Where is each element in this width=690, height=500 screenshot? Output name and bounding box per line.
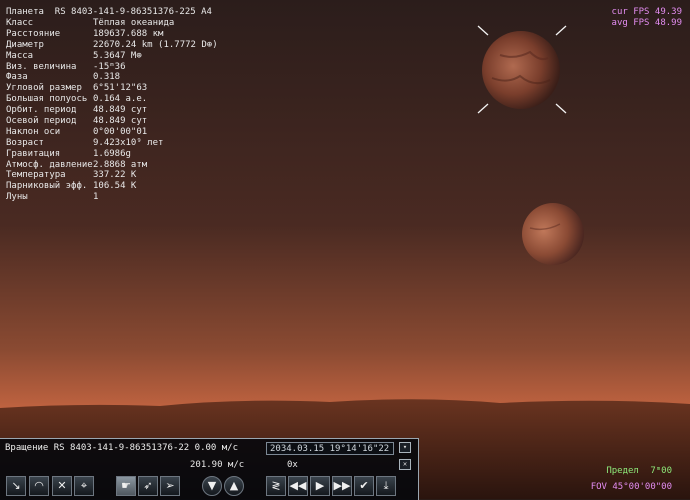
info-row-label: Возраст [6, 137, 44, 148]
field-of-view: FOV 45°00'00"00 [591, 482, 672, 493]
info-row-label: Виз. величина [6, 61, 77, 72]
info-row-value: Тёплая океанида [93, 18, 175, 28]
moon[interactable] [522, 203, 584, 265]
time-rate-readout: 0x [287, 460, 298, 470]
info-row: Большая полуось 0.164 а.е. [6, 94, 212, 105]
info-row-label: Температура [6, 170, 66, 181]
info-row: Гравитация 1.6986g [6, 149, 212, 160]
orbit-icon[interactable]: ◠ [29, 476, 49, 496]
info-row: Масса 5.3647 M⊕ [6, 51, 212, 62]
info-row-value: -15ᵐ36 [93, 61, 126, 72]
info-row-value: 2.8868 атм [93, 159, 148, 170]
fps-readout: cur FPS 49.39 avg FPS 48.99 [612, 7, 682, 29]
info-row: Расстояние 189637.688 км [6, 29, 212, 40]
info-row-value: 189637.688 км [93, 28, 164, 39]
expand-icon[interactable]: ✕ [52, 476, 72, 496]
chevron-down-icon[interactable]: ▾ [399, 442, 411, 453]
info-row-label: Наклон оси [6, 126, 61, 137]
date-time-field[interactable]: 2034.03.15 19°14'16"22 [266, 442, 394, 455]
fly-icon[interactable]: ➢ [160, 476, 180, 496]
limit-value: 7ᵐ00 [650, 466, 672, 476]
limit-label: Предел [606, 466, 639, 476]
cur-fps-label: cur FPS [611, 7, 650, 17]
close-icon[interactable]: ✕ [399, 459, 411, 470]
info-row: Угловой размер 6°51'12"63 [6, 83, 212, 94]
fov-value: 45°00'00"00 [612, 482, 672, 492]
avg-fps-label: avg FPS [611, 18, 650, 28]
info-row-value: 1 [93, 192, 99, 203]
info-row: Класс Тёплая океанида [6, 18, 212, 29]
info-row: Виз. величина -15ᵐ36 [6, 62, 212, 73]
info-row: Осевой период 48.849 сут [6, 116, 212, 127]
info-title: Планета RS 8403-141-9-86351376-225 A4 [6, 7, 212, 17]
info-row-label: Расстояние [6, 28, 61, 39]
play-icon[interactable]: ▶ [310, 476, 330, 496]
info-row-value: 6°51'12"63 [93, 83, 148, 94]
target-icon[interactable]: ⌖ [74, 476, 94, 496]
info-row: Луны 1 [6, 192, 212, 203]
magnitude-limit: Предел 7ᵐ00 [606, 466, 672, 477]
hand-pointer-icon[interactable]: ☛ [116, 476, 136, 496]
fov-label: FOV [590, 482, 607, 492]
info-row-label: Большая полуось [6, 94, 88, 105]
avg-fps-value: 48.99 [654, 18, 682, 28]
info-row: Фаза 0.318 [6, 72, 212, 83]
object-info-panel: Планета RS 8403-141-9-86351376-225 A4 Кл… [6, 6, 218, 203]
info-row: Диаметр 22670.24 km (1.7772 D⊕) [6, 39, 218, 51]
reverse-time-icon[interactable]: ≷ [266, 476, 286, 496]
info-row-label: Парниковый эфф. [6, 181, 88, 192]
move-icon[interactable]: ↘ [6, 476, 26, 496]
info-row-label: Фаза [6, 72, 28, 83]
info-row-label: Атмосф. давление [6, 159, 93, 170]
info-row-value: 48.849 сут [93, 116, 148, 127]
info-row-label: Диаметр [6, 39, 44, 50]
rocket-icon[interactable]: ➶ [138, 476, 158, 496]
info-row-value: 22670.24 km (1.7772 D⊕) [93, 39, 218, 50]
info-row-value: 1.6986g [93, 148, 131, 159]
fast-rewind-icon[interactable]: ◀◀ [288, 476, 308, 496]
info-row-value: 9.423x10⁹ лет [93, 137, 164, 148]
cur-fps-value: 49.39 [654, 7, 682, 17]
info-row-value: 0.318 [93, 72, 121, 83]
info-row-label: Масса [6, 50, 34, 61]
info-row-value: 48.849 сут [93, 105, 148, 116]
info-row-value: 337.22 K [93, 170, 137, 181]
info-row: Наклон оси 0°00'00"01 [6, 127, 212, 138]
selected-object-readout: Вращение RS 8403-141-9-86351376-22 0.00 … [5, 443, 238, 453]
info-row-value: 0.164 а.е. [93, 94, 148, 105]
arrow-down-circle-icon[interactable]: ▼ [202, 476, 222, 496]
info-row-value: 106.54 K [93, 181, 137, 192]
info-row-label: Луны [6, 192, 28, 203]
info-row: Возраст 9.423x10⁹ лет [6, 138, 212, 149]
info-row: Орбит. период 48.849 сут [6, 105, 212, 116]
info-row-value: 0°00'00"01 [93, 126, 148, 137]
info-row-label: Гравитация [6, 148, 61, 159]
info-row-label: Угловой размер [6, 83, 82, 94]
fast-forward-icon[interactable]: ▶▶ [332, 476, 352, 496]
info-row-label: Орбит. период [6, 105, 77, 116]
selected-planet[interactable] [482, 31, 560, 109]
arrow-up-circle-icon[interactable]: ▲ [224, 476, 244, 496]
info-row-label: Осевой период [6, 116, 77, 127]
info-row: Атмосф. давление 2.8868 атм [6, 160, 212, 171]
info-row: Температура 337.22 K [6, 170, 212, 181]
check-icon[interactable]: ✔ [354, 476, 374, 496]
info-row: Парниковый эфф. 106.54 K [6, 181, 212, 192]
info-row-value: 5.3647 M⊕ [93, 50, 142, 61]
speed-readout: 201.90 м/с [190, 460, 245, 470]
download-arrow-icon[interactable]: ⤓ [376, 476, 396, 496]
info-row-label: Класс [6, 18, 34, 28]
